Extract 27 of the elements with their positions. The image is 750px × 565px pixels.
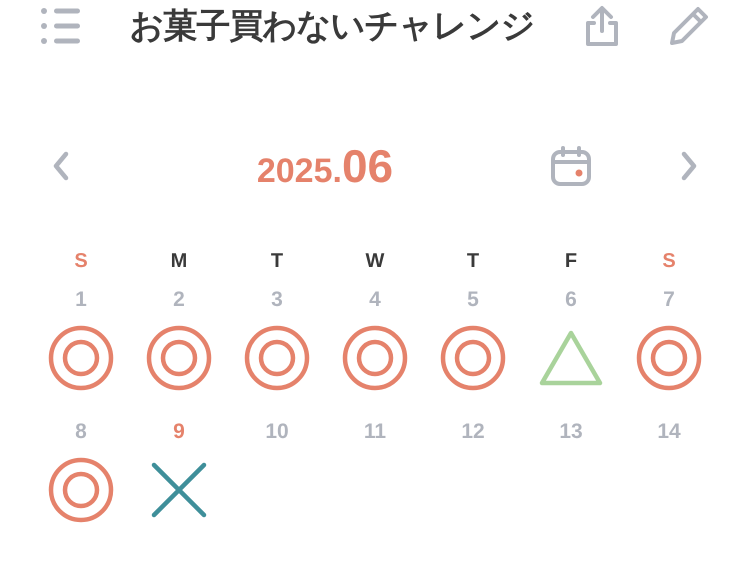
weekday-label: M (170, 249, 188, 274)
year-label: 2025. (256, 150, 342, 192)
weekday-label: S (74, 249, 88, 274)
weekday-label: W (366, 249, 384, 274)
day-number[interactable]: 1 (75, 284, 87, 324)
weekday-label: T (466, 249, 480, 274)
menu-icon[interactable] (40, 7, 82, 45)
weekday-label: T (270, 249, 284, 274)
day-number[interactable]: 14 (657, 416, 681, 456)
day-number[interactable]: 7 (663, 284, 675, 324)
day-number[interactable]: 8 (75, 416, 87, 456)
day-number[interactable]: 2 (173, 284, 185, 324)
day-number[interactable]: 10 (265, 416, 289, 456)
month-label: 06 (342, 138, 394, 194)
day-number[interactable]: 13 (559, 416, 583, 456)
day-number[interactable]: 12 (461, 416, 485, 456)
pencil-icon[interactable] (668, 5, 710, 47)
weekday-label: S (662, 249, 676, 274)
weekday-label: F (564, 249, 578, 274)
day-number[interactable]: 5 (467, 284, 479, 324)
app-title: お菓子買わないチャレンジ (130, 4, 534, 48)
day-number[interactable]: 4 (369, 284, 381, 324)
calendar-icon[interactable] (550, 145, 592, 187)
day-number[interactable]: 9 (173, 416, 185, 456)
day-number[interactable]: 11 (364, 416, 386, 456)
day-number[interactable]: 3 (271, 284, 283, 324)
day-number[interactable]: 6 (565, 284, 577, 324)
